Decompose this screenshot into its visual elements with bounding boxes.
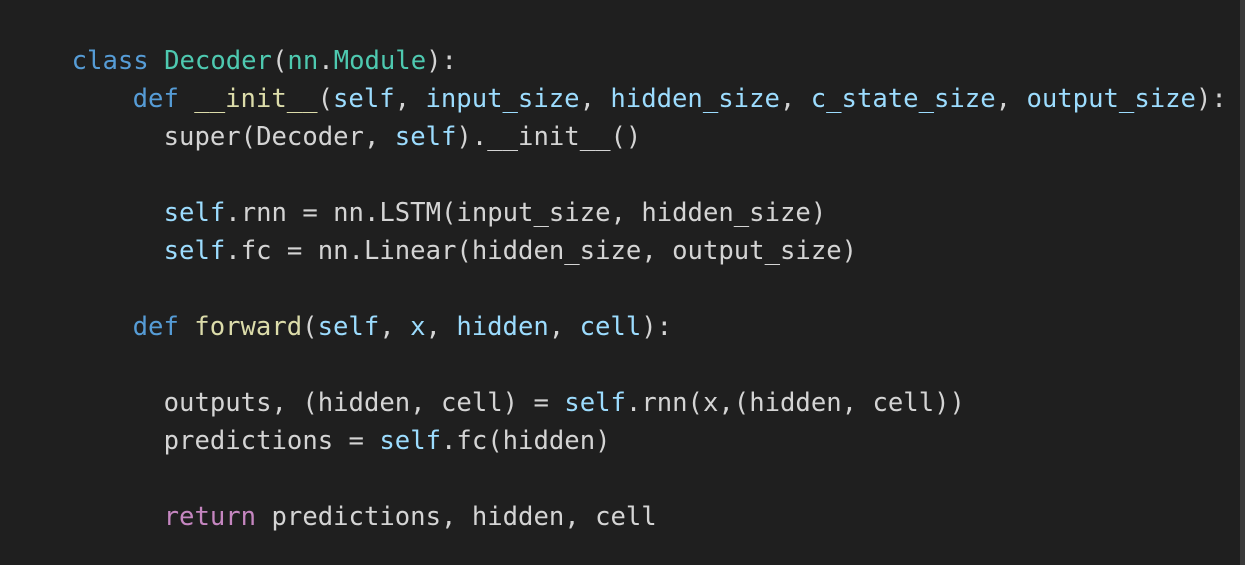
parameter-token: c_state_size: [810, 84, 996, 114]
code-line-class-def[interactable]: class Decoder(nn.Module):: [10, 4, 457, 76]
punctuation-token: ):: [641, 312, 673, 342]
punctuation-token: ,: [995, 84, 1027, 114]
code-token: predictions, hidden, cell: [256, 502, 657, 532]
code-token: .rnn(x,(hidden, cell)): [625, 388, 965, 418]
punctuation-token: ,: [548, 312, 580, 342]
function-name-token: forward: [194, 312, 303, 342]
parameter-token: output_size: [1026, 84, 1196, 114]
self-token: self: [394, 122, 457, 152]
self-token: self: [163, 236, 226, 266]
code-line-predictions-assign[interactable]: predictions = self.fc(hidden): [102, 384, 611, 456]
code-line-outputs-assign[interactable]: outputs, (hidden, cell) = self.rnn(x,(hi…: [102, 346, 965, 418]
return-keyword-token: return: [163, 502, 257, 532]
parameter-token: x: [410, 312, 426, 342]
code-editor[interactable]: class Decoder(nn.Module): def __init__(s…: [0, 0, 1240, 565]
punctuation-token: ,: [779, 84, 811, 114]
code-token: ).__init__(): [456, 122, 642, 152]
code-line-return[interactable]: return predictions, hidden, cell: [102, 460, 657, 532]
punctuation-token: ,: [425, 312, 457, 342]
code-token: .fc = nn.Linear(hidden_size, output_size…: [225, 236, 858, 266]
parameter-token: self: [317, 312, 380, 342]
keyword-token: def: [132, 312, 179, 342]
code-token: .fc(hidden): [441, 426, 611, 456]
punctuation-token: (: [302, 312, 318, 342]
parameter-token: hidden: [456, 312, 549, 342]
parameter-token: cell: [579, 312, 642, 342]
code-line-super-call[interactable]: super(Decoder, self).__init__(): [102, 80, 642, 152]
code-line-fc-assign[interactable]: self.fc = nn.Linear(hidden_size, output_…: [102, 194, 857, 266]
code-line-forward-def[interactable]: def forward(self, x, hidden, cell):: [71, 270, 672, 342]
punctuation-token: ,: [379, 312, 411, 342]
code-line-init-def[interactable]: def __init__(self, input_size, hidden_si…: [71, 42, 1227, 114]
code-line-rnn-assign[interactable]: self.rnn = nn.LSTM(input_size, hidden_si…: [102, 156, 827, 228]
editor-right-border: [1240, 0, 1245, 565]
punctuation-token: ):: [1195, 84, 1227, 114]
code-token: super(Decoder,: [163, 122, 395, 152]
self-token: self: [379, 426, 442, 456]
code-token: predictions =: [163, 426, 380, 456]
